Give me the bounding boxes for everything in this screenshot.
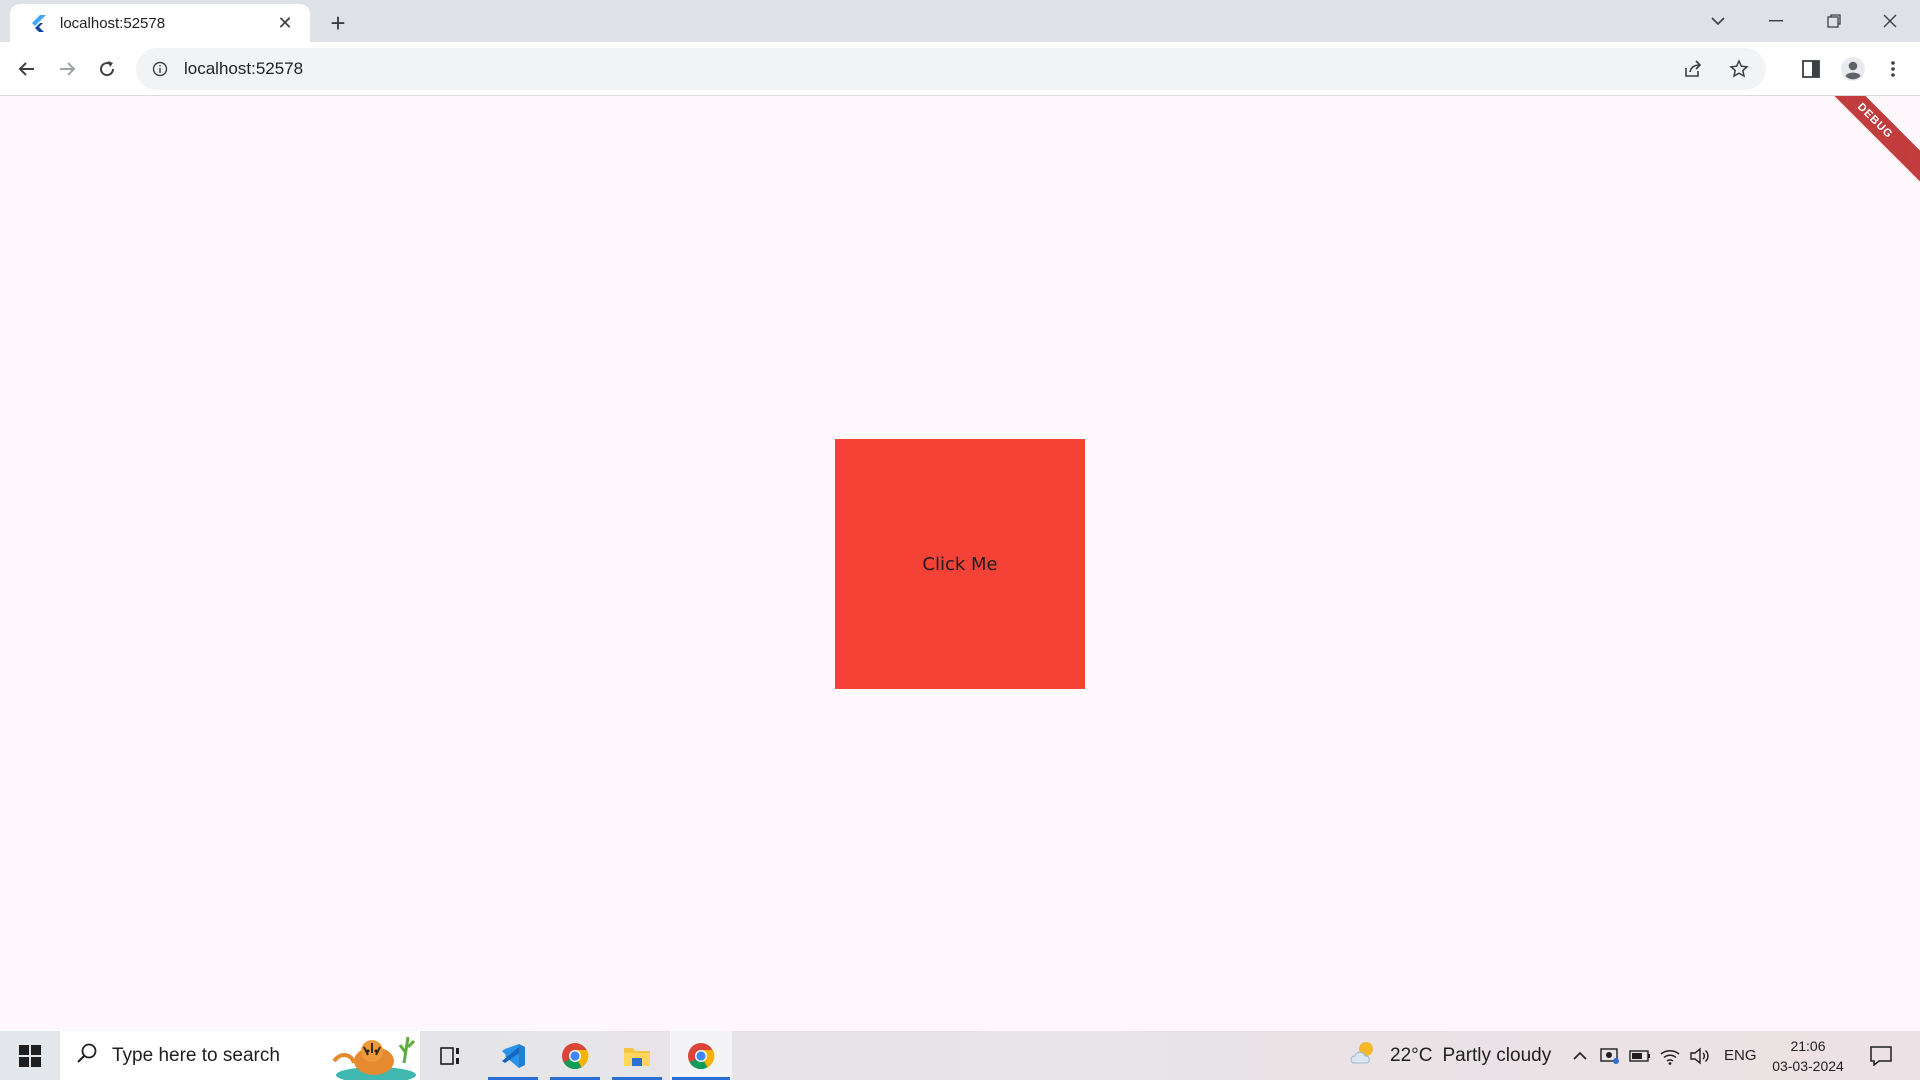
wifi-icon[interactable]	[1656, 1031, 1684, 1080]
minimize-button[interactable]	[1748, 0, 1804, 42]
site-info-icon[interactable]	[150, 59, 170, 79]
tab-title: localhost:52578	[60, 14, 166, 32]
forward-arrow-icon[interactable]	[50, 52, 84, 86]
more-menu-icon[interactable]	[1880, 56, 1906, 82]
restore-button[interactable]	[1806, 0, 1862, 42]
address-bar[interactable]: localhost:52578	[136, 48, 1766, 90]
debug-banner: DEBUG	[1807, 96, 1920, 189]
profile-avatar-icon[interactable]	[1840, 56, 1866, 82]
browser-toolbar: localhost:52578	[0, 42, 1920, 96]
meet-now-icon[interactable]	[1596, 1031, 1624, 1080]
click-me-button[interactable]: Click Me	[835, 439, 1085, 689]
clock-date: 03-03-2024	[1772, 1057, 1844, 1074]
show-hidden-icons-chevron-icon[interactable]	[1566, 1031, 1594, 1080]
reload-icon[interactable]	[90, 52, 124, 86]
url-text: localhost:52578	[184, 59, 304, 78]
flutter-favicon-icon	[28, 13, 48, 33]
task-view-icon[interactable]	[424, 1031, 478, 1080]
file-explorer-taskbar-icon[interactable]	[610, 1031, 664, 1080]
bookmark-star-icon[interactable]	[1726, 56, 1752, 82]
tab-close-icon[interactable]: ✕	[274, 12, 296, 34]
share-icon[interactable]	[1680, 56, 1706, 82]
back-arrow-icon[interactable]	[10, 52, 44, 86]
vscode-taskbar-icon[interactable]	[486, 1031, 540, 1080]
notification-center-icon[interactable]	[1866, 1031, 1896, 1080]
click-me-label: Click Me	[922, 553, 998, 575]
weather-description: Partly cloudy	[1442, 1044, 1552, 1066]
system-clock[interactable]: 21:06 03-03-2024	[1760, 1031, 1856, 1080]
windows-start-button[interactable]	[8, 1031, 52, 1080]
input-language[interactable]: ENG	[1724, 1031, 1757, 1080]
windows-taskbar: Type here to search 22°C Partly cloudy E…	[0, 1031, 1920, 1080]
battery-icon[interactable]	[1626, 1031, 1654, 1080]
weather-temperature: 22°C	[1390, 1044, 1433, 1066]
chrome-active-taskbar-icon[interactable]	[670, 1031, 732, 1080]
side-panel-icon[interactable]	[1798, 56, 1824, 82]
browser-tab[interactable]: localhost:52578 ✕	[10, 4, 310, 42]
close-window-button[interactable]	[1862, 0, 1918, 42]
tab-search-icon[interactable]	[1690, 0, 1746, 42]
volume-icon[interactable]	[1686, 1031, 1714, 1080]
search-highlight-tiger-icon	[324, 1033, 416, 1080]
clock-time: 21:06	[1790, 1037, 1826, 1054]
taskbar-search-box[interactable]: Type here to search	[60, 1031, 420, 1080]
search-placeholder: Type here to search	[112, 1044, 280, 1066]
new-tab-button[interactable]: +	[324, 8, 352, 38]
browser-tab-strip: localhost:52578 ✕ +	[0, 0, 1920, 42]
partly-cloudy-icon	[1350, 1039, 1380, 1073]
flutter-app-canvas: Click Me DEBUG	[0, 96, 1920, 1031]
search-icon	[76, 1042, 98, 1069]
chrome-taskbar-icon[interactable]	[548, 1031, 602, 1080]
weather-widget[interactable]: 22°C Partly cloudy	[1350, 1031, 1551, 1080]
